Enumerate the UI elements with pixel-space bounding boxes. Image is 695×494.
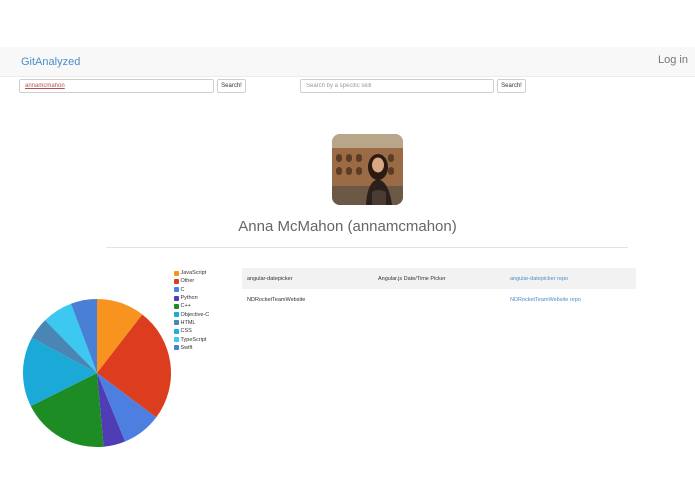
language-legend: JavaScript Other C Python C++ Objective-C HTML… [174, 269, 209, 352]
legend-item: C++ [174, 302, 209, 310]
divider [106, 247, 628, 248]
repo-link[interactable]: NDRocketTeamWebsite repo [510, 297, 581, 303]
repo-row: NDRocketTeamWebsite NDRocketTeamWebsite r… [242, 289, 636, 310]
repo-link[interactable]: angular-datepicker repo [510, 276, 568, 282]
legend-item: Swift [174, 344, 209, 352]
legend-swatch [174, 270, 179, 276]
legend-swatch [174, 337, 179, 343]
legend-item: Objective-C [174, 310, 209, 318]
legend-label: Objective-C [180, 311, 210, 318]
legend-item: HTML [174, 319, 209, 327]
legend-swatch [174, 320, 179, 326]
legend-swatch [174, 295, 179, 301]
legend-label: CSS [180, 328, 192, 335]
legend-swatch [174, 303, 179, 309]
repo-cell: angular-datepicker [242, 268, 373, 289]
user-search-button[interactable]: Search! [217, 79, 246, 93]
repo-cell: NDRocketTeamWebsite [242, 289, 373, 310]
user-search-input[interactable] [19, 79, 214, 93]
legend-label: TypeScript [180, 336, 207, 343]
legend-item: CSS [174, 327, 209, 335]
legend-label: HTML [180, 319, 196, 326]
legend-swatch [174, 312, 179, 318]
brand-link[interactable]: GitAnalyzed [21, 56, 80, 68]
repo-description: Angular.js Date/Time Picker [378, 275, 446, 282]
avatar [332, 134, 403, 205]
repo-table: angular-datepicker Angular.js Date/Time P… [242, 268, 636, 310]
repo-cell: NDRocketTeamWebsite repo [505, 289, 636, 310]
profile-name: Anna McMahon (annamcmahon) [238, 218, 457, 235]
skill-search-button[interactable]: Search! [497, 79, 526, 93]
legend-item: Other [174, 277, 209, 285]
legend-item: Python [174, 294, 209, 302]
repo-cell [373, 289, 505, 310]
legend-label: C [180, 286, 185, 293]
navbar: GitAnalyzed Log in [0, 47, 695, 77]
legend-item: TypeScript [174, 335, 209, 343]
legend-label: Python [180, 295, 198, 302]
repo-cell: angular-datepicker repo [505, 268, 636, 289]
legend-swatch [174, 328, 179, 334]
legend-swatch [174, 287, 179, 293]
legend-label: Swift [180, 344, 193, 351]
page: GitAnalyzed Log in Search! Search! Anna … [0, 0, 695, 494]
legend-item: JavaScript [174, 269, 209, 277]
login-link[interactable]: Log in [658, 54, 688, 66]
legend-item: C [174, 286, 209, 294]
avatar-image [332, 134, 403, 205]
legend-swatch [174, 345, 179, 351]
legend-label: Other [180, 278, 195, 285]
repo-row: angular-datepicker Angular.js Date/Time P… [242, 268, 636, 289]
legend-label: C++ [180, 303, 191, 310]
skill-search-input[interactable] [300, 79, 494, 93]
repo-name: NDRocketTeamWebsite [247, 296, 306, 303]
repo-name: angular-datepicker [247, 275, 293, 282]
legend-label: JavaScript [180, 270, 207, 277]
repo-cell: Angular.js Date/Time Picker [373, 268, 505, 289]
legend-swatch [174, 278, 179, 284]
